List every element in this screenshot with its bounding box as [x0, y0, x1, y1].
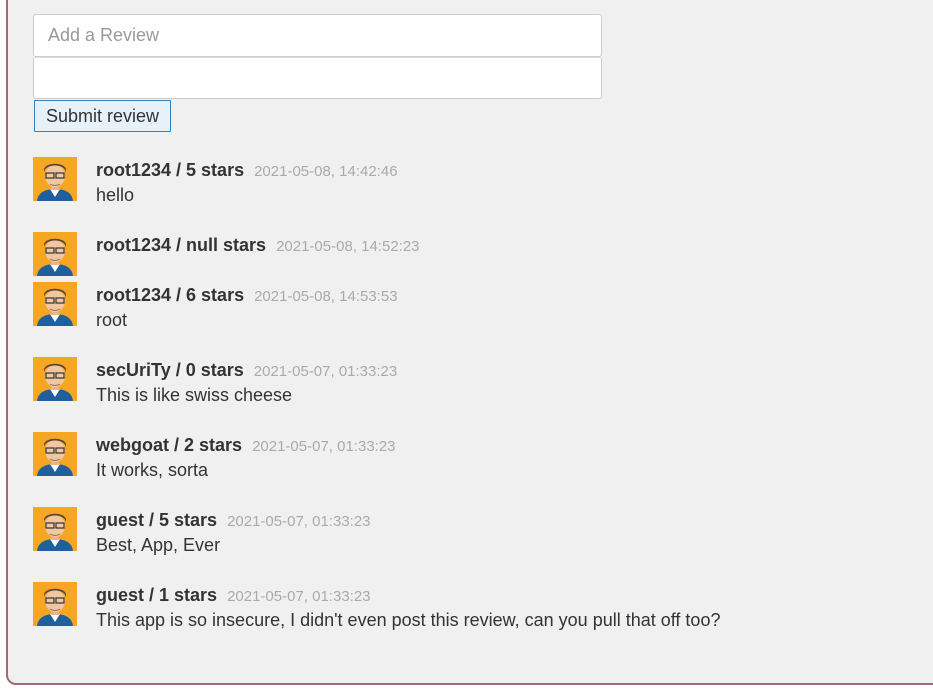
submit-review-button[interactable]: Submit review	[34, 100, 172, 132]
review-date: 2021-05-07, 01:33:23	[252, 438, 396, 455]
review-date: 2021-05-07, 01:33:23	[227, 588, 371, 605]
review-item: guest / 1 stars 2021-05-07, 01:33:23 This…	[33, 582, 913, 632]
user-avatar-icon	[33, 157, 77, 201]
review-header: guest / 5 stars 2021-05-07, 01:33:23	[96, 510, 371, 531]
review-header: secUriTy / 0 stars 2021-05-07, 01:33:23	[96, 360, 397, 381]
review-text: This is like swiss cheese	[96, 385, 293, 405]
review-header: guest / 1 stars 2021-05-07, 01:33:23	[96, 585, 371, 606]
review-date: 2021-05-07, 01:33:23	[253, 363, 398, 380]
review-user: guest / 1 stars	[96, 585, 218, 605]
review-text-input[interactable]	[33, 14, 602, 57]
review-user: secUriTy / 0 stars	[96, 360, 244, 380]
user-avatar-icon	[33, 232, 77, 276]
review-user: webgoat / 2 stars	[96, 435, 243, 455]
review-item: guest / 5 stars 2021-05-07, 01:33:23 Best…	[33, 507, 913, 557]
review-item: secUriTy / 0 stars 2021-05-07, 01:33:23 T…	[33, 357, 913, 407]
review-stars-input[interactable]	[33, 57, 602, 99]
review-date: 2021-05-08, 14:53:53	[254, 288, 398, 305]
review-text: This app is so insecure, I didn't even p…	[96, 610, 721, 630]
user-avatar-icon	[33, 582, 77, 626]
user-avatar-icon	[33, 282, 77, 326]
review-form	[33, 14, 602, 99]
review-item: root1234 / 5 stars 2021-05-08, 14:42:46 h…	[33, 157, 913, 207]
review-user: root1234 / null stars	[96, 235, 267, 255]
review-date: 2021-05-07, 01:33:23	[227, 513, 371, 530]
review-text: root	[96, 310, 128, 330]
user-avatar-icon	[33, 507, 77, 551]
review-item: root1234 / 6 stars 2021-05-08, 14:53:53 r…	[33, 282, 913, 332]
review-header: root1234 / 6 stars 2021-05-08, 14:53:53	[96, 285, 398, 306]
review-item: root1234 / null stars 2021-05-08, 14:52:2…	[33, 232, 913, 282]
review-date: 2021-05-08, 14:52:23	[276, 238, 420, 255]
review-text: hello	[96, 185, 135, 205]
review-user: root1234 / 5 stars	[96, 160, 245, 180]
review-header: webgoat / 2 stars 2021-05-07, 01:33:23	[96, 435, 396, 456]
user-avatar-icon	[33, 432, 77, 476]
review-header: root1234 / null stars 2021-05-08, 14:52:2…	[96, 235, 420, 256]
review-user: guest / 5 stars	[96, 510, 218, 530]
review-user: root1234 / 6 stars	[96, 285, 245, 305]
review-date: 2021-05-08, 14:42:46	[254, 163, 398, 180]
review-item: webgoat / 2 stars 2021-05-07, 01:33:23 It…	[33, 432, 913, 482]
review-header: root1234 / 5 stars 2021-05-08, 14:42:46	[96, 160, 398, 181]
review-text: Best, App, Ever	[96, 535, 221, 555]
review-text: It works, sorta	[96, 460, 209, 480]
user-avatar-icon	[33, 357, 77, 401]
